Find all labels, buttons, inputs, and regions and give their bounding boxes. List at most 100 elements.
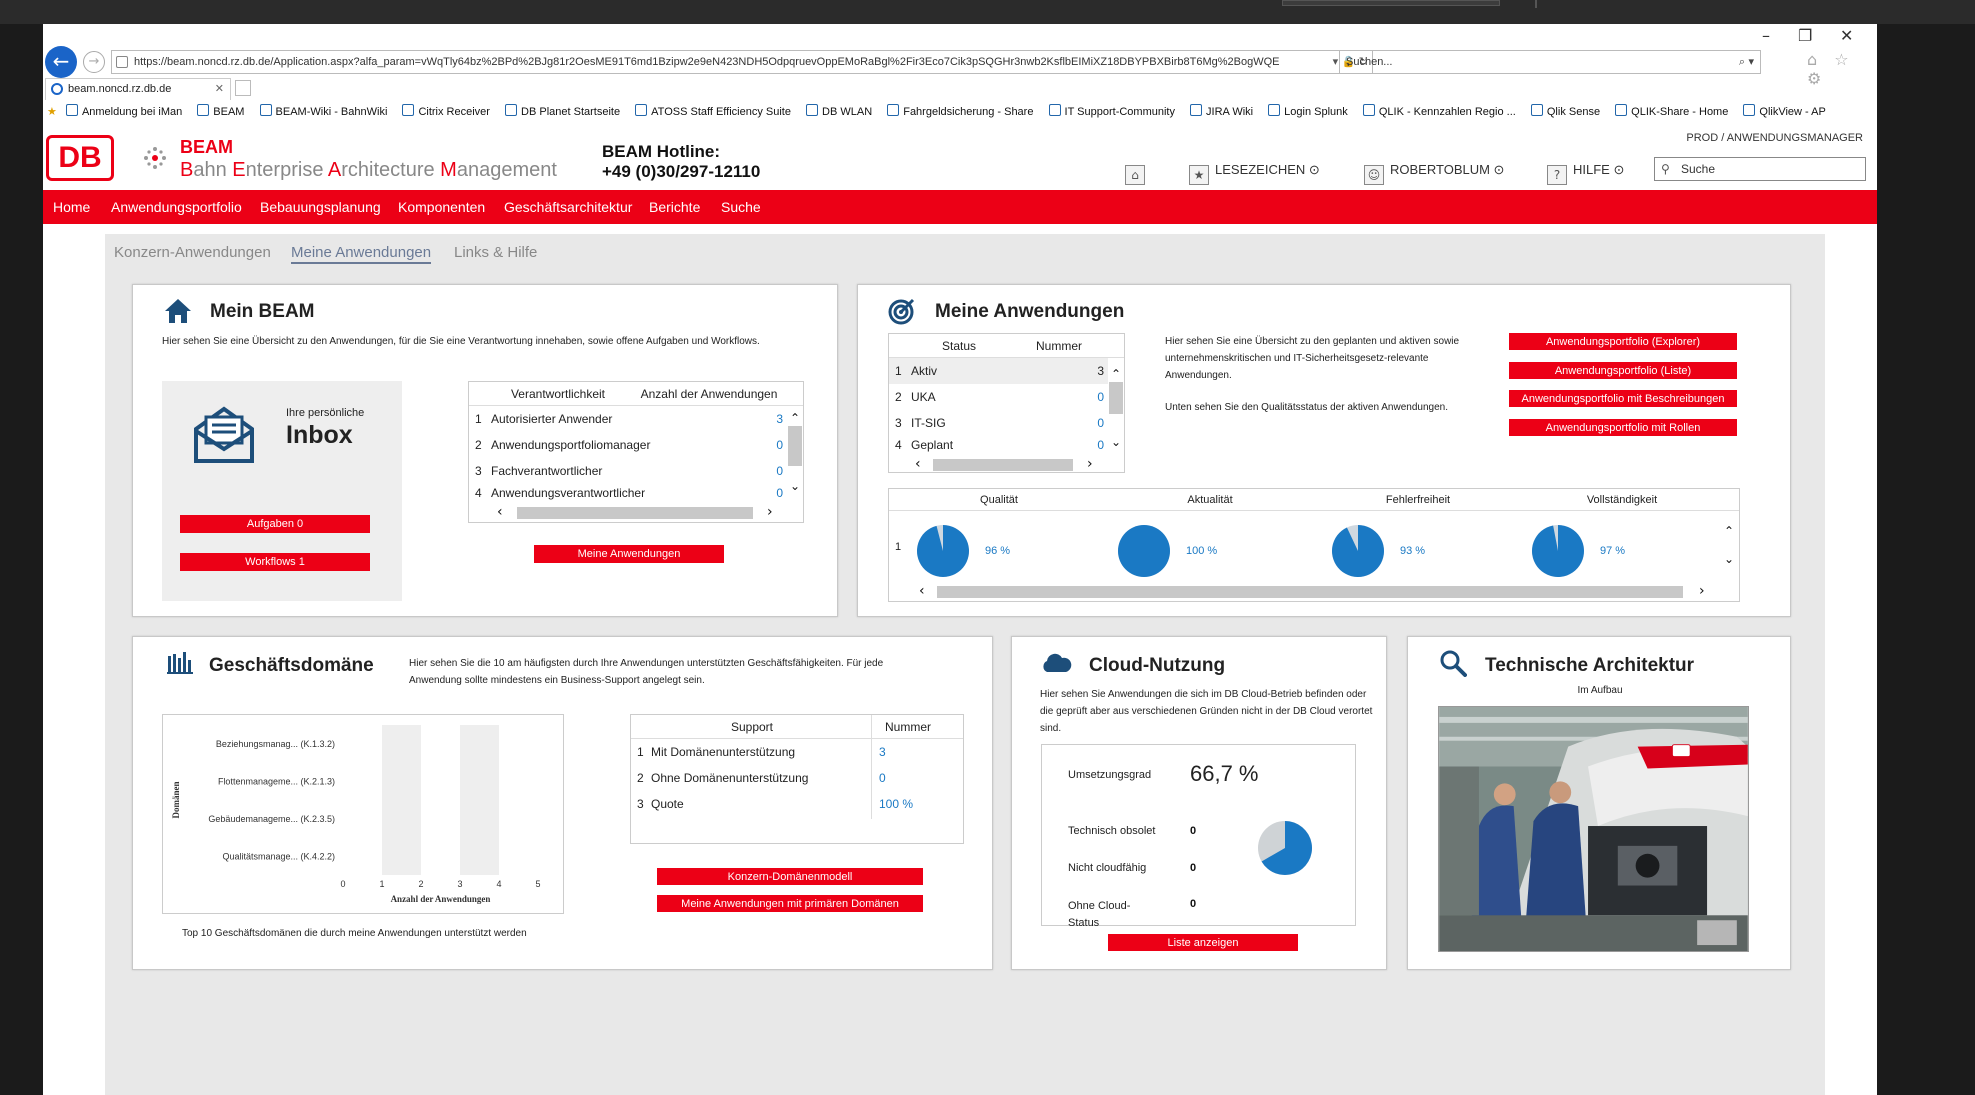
table-row[interactable]: 2 UKA 0 [889,384,1108,410]
scroll-right-icon[interactable]: › [1087,456,1093,472]
col-header[interactable]: Support [631,715,873,739]
col-header[interactable]: Nummer [1019,334,1099,358]
favorite-link[interactable]: QLIK-Share - Home [1615,106,1728,118]
close-tab-icon[interactable]: ✕ [215,79,224,99]
vertical-scrollbar[interactable]: ⌃ ⌄ [1108,368,1124,450]
portfolio-list-button[interactable]: Anwendungsportfolio (Liste) [1509,362,1737,379]
completeness-pie-chart[interactable] [1530,523,1586,579]
subtab-konzern[interactable]: Konzern-Anwendungen [114,244,271,261]
home-star-gear-icons[interactable]: ⌂ ☆ ⚙ [1807,50,1877,88]
favorite-link[interactable]: QLIK - Kennzahlen Regio ... [1363,106,1516,118]
table-row[interactable]: 4 Geplant 0 [889,436,1108,454]
nav-anwendungsportfolio[interactable]: Anwendungsportfolio [111,190,242,224]
favorite-link[interactable]: BEAM-Wiki - BahnWiki [260,106,388,118]
nav-home[interactable]: Home [53,190,90,224]
home-nav-button[interactable]: ⌂ [1125,162,1151,185]
scroll-down-icon[interactable]: ⌄ [1108,436,1124,448]
table-row[interactable]: 3 Quote 100 % [631,791,947,817]
table-row[interactable]: 3 Fachverantwortlicher 0 [469,458,787,484]
scroll-left-icon[interactable]: ‹ [497,504,503,520]
db-logo[interactable]: DB [46,135,114,181]
site-search-input[interactable]: ⚲ Suche [1654,157,1866,181]
vertical-scrollbar[interactable]: ⌃ ⌄ [1721,525,1737,567]
col-header[interactable]: Fehlerfreiheit [1313,489,1523,511]
minimize-button[interactable]: – [1762,26,1770,45]
col-header[interactable]: Nummer [871,715,945,739]
actuality-pie-chart[interactable] [1116,523,1172,579]
portfolio-explorer-button[interactable]: Anwendungsportfolio (Explorer) [1509,333,1737,350]
scroll-up-icon[interactable]: ⌃ [1721,525,1737,537]
restore-button[interactable]: ❐ [1798,26,1812,45]
col-header[interactable]: Qualität [889,489,1109,511]
apps-with-primary-domains-button[interactable]: Meine Anwendungen mit primären Domänen [657,895,923,912]
user-menu[interactable]: ☺ ROBERTOBLUM ⊙ [1364,162,1504,185]
favorite-link[interactable]: Login Splunk [1268,106,1348,118]
table-row[interactable]: 4 Anwendungsverantwortlicher 0 [469,484,787,502]
favorite-link[interactable]: QlikView - AP [1743,106,1825,118]
portfolio-descriptions-button[interactable]: Anwendungsportfolio mit Beschreibungen [1509,390,1737,407]
col-header[interactable]: Anzahl der Anwendungen [639,382,779,406]
favorite-link[interactable]: DB WLAN [806,106,872,118]
close-window-button[interactable]: ✕ [1840,26,1853,45]
col-header[interactable]: Verantwortlichkeit [489,382,627,406]
cloud-pie-chart[interactable] [1256,819,1314,877]
horizontal-scrollbar[interactable]: ‹ › [911,456,1108,472]
browser-search-input[interactable]: Suchen... ⌕ ▾ [1339,50,1761,74]
my-apps-button[interactable]: Meine Anwendungen [534,545,724,563]
workflows-button[interactable]: Workflows 1 [180,553,370,571]
scroll-right-icon[interactable]: › [1699,583,1705,599]
nav-berichte[interactable]: Berichte [649,190,700,224]
nav-suche[interactable]: Suche [721,190,761,224]
scroll-up-icon[interactable]: ⌃ [787,412,803,424]
favorite-link[interactable]: Qlik Sense [1531,106,1600,118]
col-header[interactable]: Aktualität [1107,489,1313,511]
favorite-link[interactable]: Citrix Receiver [402,106,490,118]
help-menu[interactable]: ? HILFE ⊙ [1547,162,1624,185]
favorite-link[interactable]: JIRA Wiki [1190,106,1253,118]
favorite-link[interactable]: Anmeldung bei iMan [66,106,182,118]
konzern-domain-model-button[interactable]: Konzern-Domänenmodell [657,868,923,885]
favorites-star-icon[interactable]: ★ [47,106,57,118]
error-free-pie-chart[interactable] [1330,523,1386,579]
quality-pie-chart[interactable] [915,523,971,579]
vertical-scrollbar[interactable]: ⌃ ⌄ [787,412,803,494]
portfolio-roles-button[interactable]: Anwendungsportfolio mit Rollen [1509,419,1737,436]
subtab-links[interactable]: Links & Hilfe [454,244,537,261]
col-header[interactable]: Status [909,334,1009,358]
favorite-link[interactable]: DB Planet Startseite [505,106,620,118]
scroll-right-icon[interactable]: › [767,504,773,520]
forward-button[interactable]: → [83,51,105,73]
tasks-button[interactable]: Aufgaben 0 [180,515,370,533]
address-bar[interactable]: https://beam.noncd.rz.db.de/Application.… [111,50,1373,74]
scroll-down-icon[interactable]: ⌄ [787,480,803,492]
taskbar-field[interactable] [1282,0,1500,6]
nav-komponenten[interactable]: Komponenten [398,190,485,224]
show-list-button[interactable]: Liste anzeigen [1108,934,1298,951]
error-free-value: 93 % [1400,545,1426,557]
browser-tab[interactable]: beam.noncd.rz.db.de ✕ [45,78,231,100]
horizontal-scrollbar[interactable]: ‹ › [491,504,787,520]
table-row[interactable]: 2 Anwendungsportfoliomanager 0 [469,432,787,458]
nav-geschaeftsarchitektur[interactable]: Geschäftsarchitektur [504,190,632,224]
nav-bebauungsplanung[interactable]: Bebauungsplanung [260,190,381,224]
table-row[interactable]: 1 Aktiv 3 [889,358,1108,384]
table-row[interactable]: 3 IT-SIG 0 [889,410,1108,436]
subtab-meine[interactable]: Meine Anwendungen [291,244,432,264]
favorite-link[interactable]: BEAM [197,106,244,118]
favorite-link[interactable]: IT Support-Community [1049,106,1175,118]
new-tab-button[interactable] [235,80,251,96]
scroll-left-icon[interactable]: ‹ [919,583,925,599]
table-row[interactable]: 2 Ohne Domänenunterstützung 0 [631,765,947,791]
horizontal-scrollbar[interactable]: ‹ › [911,583,1719,599]
scroll-up-icon[interactable]: ⌃ [1108,368,1124,380]
bookmarks-menu[interactable]: ★ LESEZEICHEN ⊙ [1189,162,1320,185]
col-header[interactable]: Vollständigkeit [1523,489,1721,511]
back-button[interactable]: ← [45,46,77,78]
favorite-link[interactable]: Fahrgeldsicherung - Share [887,106,1033,118]
favorite-link[interactable]: ATOSS Staff Efficiency Suite [635,106,791,118]
table-row[interactable]: 1 Autorisierter Anwender 3 [469,406,787,432]
scroll-left-icon[interactable]: ‹ [915,456,921,472]
table-row[interactable]: 1 Mit Domänenunterstützung 3 [631,739,947,765]
scroll-down-icon[interactable]: ⌄ [1721,553,1737,565]
search-icon[interactable]: ⌕ ▾ [1739,51,1754,73]
